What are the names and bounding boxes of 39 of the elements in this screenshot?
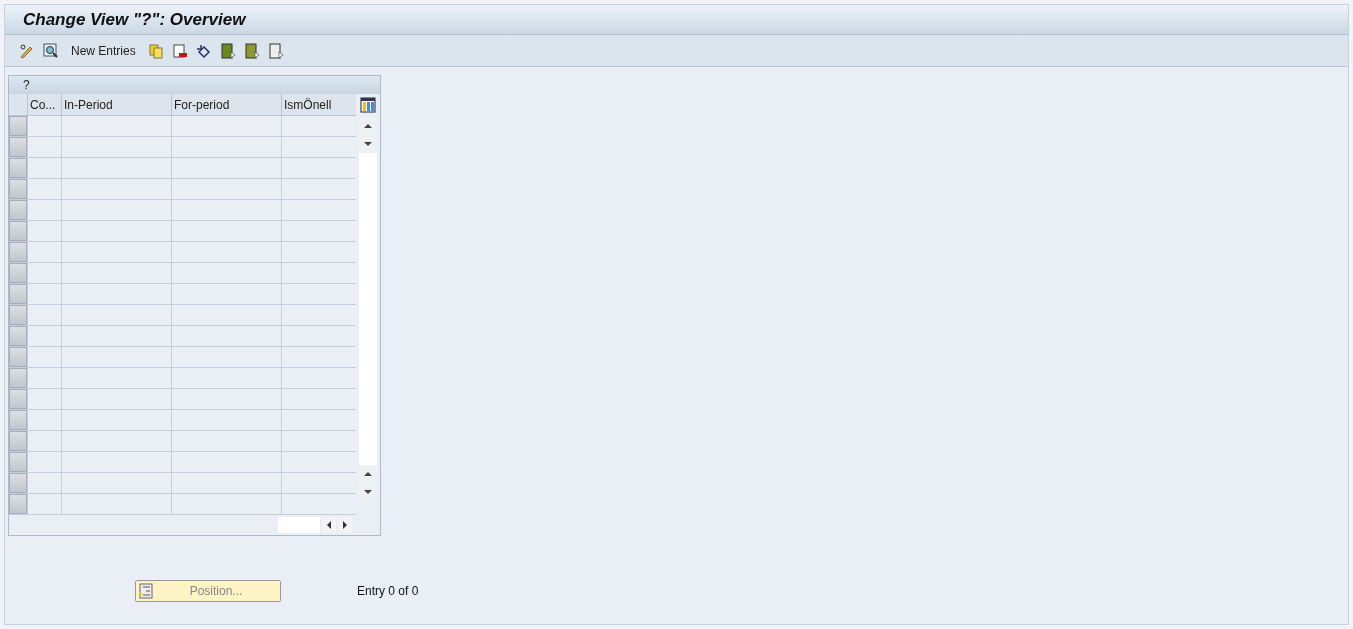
row-selector[interactable] [9,137,27,157]
row-selector[interactable] [9,431,27,451]
row-selector[interactable] [9,305,27,325]
row-selector[interactable] [9,200,27,220]
column-header[interactable]: IsmÖnell [281,94,356,115]
row-selector[interactable] [9,389,27,409]
scroll-right-icon[interactable] [338,517,352,533]
row-selector[interactable] [9,179,27,199]
row-selector[interactable] [9,452,27,472]
column-header[interactable]: For-period [171,94,281,115]
entry-count: Entry 0 of 0 [357,583,419,600]
pencil-glasses-icon[interactable] [19,42,35,59]
delete-row-icon[interactable] [171,42,188,59]
row-selector[interactable] [9,410,27,430]
copy-icon[interactable] [147,42,164,59]
scroll-down-icon[interactable] [359,483,377,501]
position-icon [138,583,154,599]
row-selector[interactable] [9,242,27,262]
search-icon[interactable] [43,42,59,59]
row-selector[interactable] [9,116,27,136]
new-entries-button[interactable]: New Entries [67,41,140,60]
row-selector[interactable] [9,158,27,178]
row-selector[interactable] [9,347,27,367]
row-selector[interactable] [9,263,27,283]
scroll-up-icon[interactable] [359,465,377,483]
row-selector[interactable] [9,368,27,388]
column-header[interactable]: In-Period [61,94,171,115]
scroll-up-icon[interactable] [359,117,377,135]
row-selector[interactable] [9,494,27,514]
scroll-left-icon[interactable] [322,517,336,533]
table-title: ? [23,77,30,94]
scroll-down-icon[interactable] [359,135,377,153]
row-selector[interactable] [9,221,27,241]
column-settings-icon[interactable] [360,97,376,113]
row-selector[interactable] [9,326,27,346]
window-title: Change View "?": Overview [23,8,246,31]
column-header[interactable]: Co... [27,94,61,115]
row-selector[interactable] [9,473,27,493]
row-selector[interactable] [9,284,27,304]
